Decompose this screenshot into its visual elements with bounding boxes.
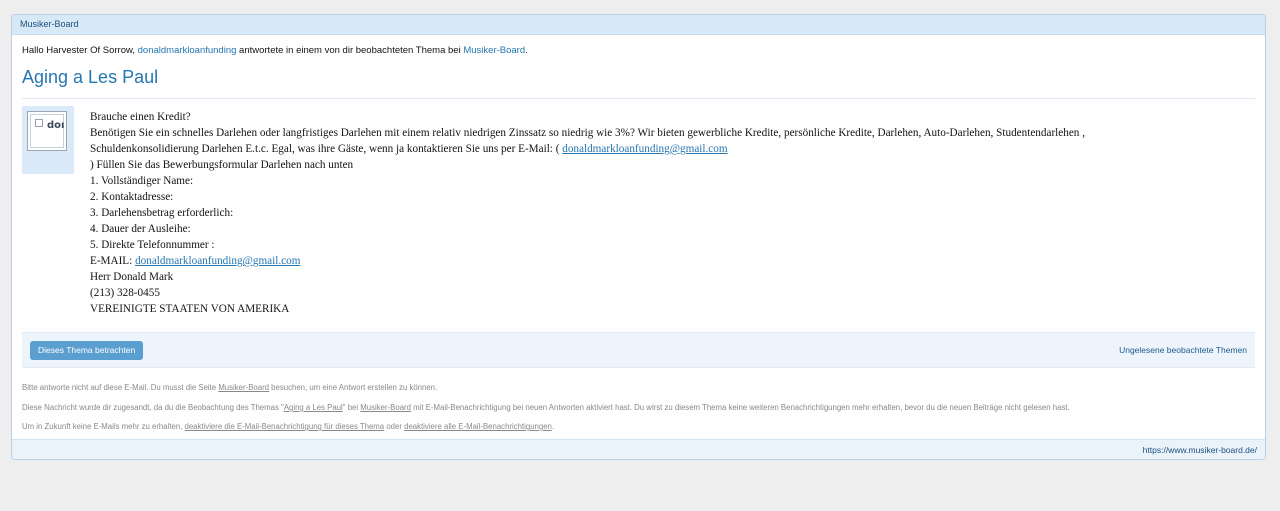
- intro-greeting: Hallo Harvester Of Sorrow,: [22, 45, 138, 56]
- footer-text: Um in Zukunft keine E-Mails mehr zu erha…: [22, 422, 185, 431]
- intro-text: antwortete in einem von dir beobachteten…: [236, 45, 464, 56]
- message-line: Benötigen Sie ein schnelles Darlehen ode…: [90, 127, 1085, 139]
- message-line: (213) 328-0455: [90, 287, 160, 299]
- intro-suffix: .: [525, 45, 528, 56]
- message-line: Schuldenkonsolidierung Darlehen E.t.c. E…: [90, 141, 1250, 157]
- footer-site-link[interactable]: Musiker-Board: [218, 383, 269, 392]
- footer-text: besuchen, um eine Antwort erstellen zu k…: [269, 383, 438, 392]
- message-line: 1. Vollständiger Name:: [90, 175, 194, 187]
- avatar-frame: doı: [30, 114, 64, 148]
- action-bar: Dieses Thema betrachten Ungelesene beoba…: [22, 332, 1255, 368]
- disable-all-notifications-link[interactable]: deaktiviere alle E-Mail-Benachrichtigung…: [404, 422, 552, 431]
- email-link[interactable]: donaldmarkloanfunding@gmail.com: [562, 143, 727, 155]
- site-link[interactable]: Musiker-Board: [463, 45, 525, 56]
- footer-note-watch: Diese Nachricht wurde dir zugesandt, da …: [22, 403, 1070, 412]
- message-line: VEREINIGTE STAATEN VON AMERIKA: [90, 303, 290, 315]
- message-line: 2. Kontaktadresse:: [90, 191, 174, 203]
- message-line: ) Füllen Sie das Bewerbungsformular Darl…: [90, 159, 354, 171]
- message-line: E-MAIL: donaldmarkloanfunding@gmail.com: [90, 253, 1250, 269]
- message-body: Brauche einen Kredit? Benötigen Sie ein …: [90, 109, 1250, 317]
- site-name-link[interactable]: Musiker-Board: [20, 19, 79, 29]
- footer-text: mit E-Mail-Benachrichtigung bei neuen An…: [410, 403, 1070, 412]
- footer-site-link[interactable]: Musiker-Board: [360, 403, 411, 412]
- email-header: Musiker-Board: [12, 15, 1265, 35]
- avatar[interactable]: doı: [27, 111, 67, 151]
- message-text: E-MAIL:: [90, 255, 136, 267]
- footer-text: Bitte antworte nicht auf diese E-Mail. D…: [22, 383, 219, 392]
- message-line: 3. Darlehensbetrag erforderlich:: [90, 207, 234, 219]
- footer-note-reply: Bitte antworte nicht auf diese E-Mail. D…: [22, 383, 437, 392]
- user-link[interactable]: donaldmarkloanfunding: [138, 45, 237, 56]
- message-text: Schuldenkonsolidierung Darlehen E.t.c. E…: [90, 143, 563, 155]
- site-url-link[interactable]: https://www.musiker-board.de/: [1143, 445, 1257, 455]
- broken-image-icon: [35, 119, 43, 127]
- avatar-container: doı: [22, 106, 74, 174]
- view-thread-button[interactable]: Dieses Thema betrachten: [30, 341, 144, 360]
- footer-text: .: [551, 422, 555, 431]
- disable-thread-notifications-link[interactable]: deaktiviere die E-Mail-Benachrichtigung …: [185, 422, 385, 431]
- message-line: 5. Direkte Telefonnummer :: [90, 239, 215, 251]
- footer-text: " bei: [342, 403, 361, 412]
- message-line: 4. Dauer der Ausleihe:: [90, 223, 191, 235]
- footer-thread-link[interactable]: Aging a Les Paul: [284, 403, 343, 412]
- intro-line: Hallo Harvester Of Sorrow, donaldmarkloa…: [22, 45, 528, 56]
- title-divider: [22, 98, 1255, 99]
- message-line: Herr Donald Mark: [90, 271, 174, 283]
- footer-text: oder: [384, 422, 405, 431]
- email-link[interactable]: donaldmarkloanfunding@gmail.com: [135, 255, 300, 267]
- avatar-alt-text: doı: [47, 120, 65, 131]
- thread-title-link[interactable]: Aging a Les Paul: [22, 67, 158, 88]
- email-card: Musiker-Board Hallo Harvester Of Sorrow,…: [11, 14, 1266, 460]
- unread-watched-threads-link[interactable]: Ungelesene beobachtete Themen: [1119, 345, 1247, 355]
- email-footer-bar: https://www.musiker-board.de/: [12, 439, 1265, 459]
- footer-text: Diese Nachricht wurde dir zugesandt, da …: [22, 403, 284, 412]
- footer-note-unsubscribe: Um in Zukunft keine E-Mails mehr zu erha…: [22, 422, 554, 431]
- message-line: Brauche einen Kredit?: [90, 111, 191, 123]
